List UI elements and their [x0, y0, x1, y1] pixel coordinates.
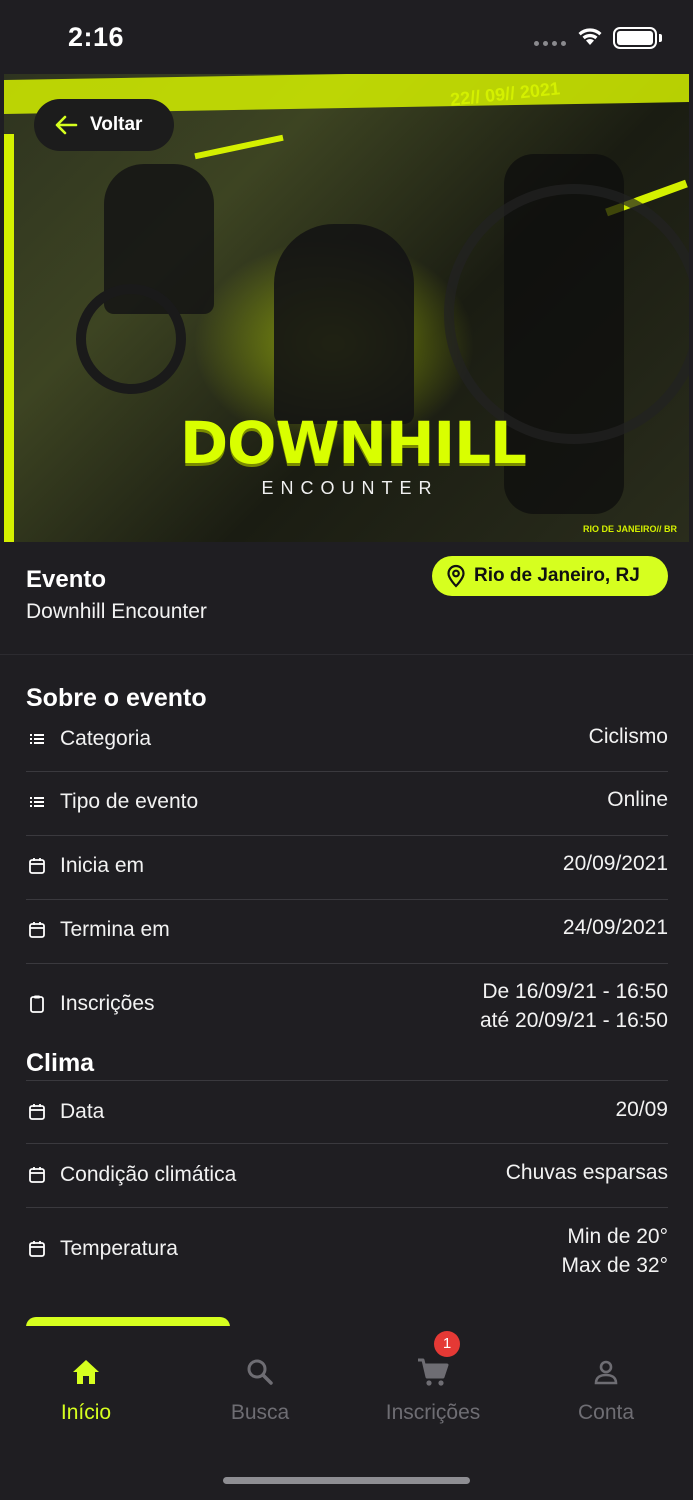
info-label: Categoria	[60, 727, 152, 750]
temperature-min: Min de 20°	[567, 1225, 668, 1248]
banner-art-title: DOWNHILL	[180, 409, 527, 477]
status-bar: 2:16	[0, 0, 693, 74]
cart-badge: 1	[434, 1331, 460, 1357]
calendar-icon	[29, 1241, 45, 1257]
calendar-icon	[29, 922, 45, 938]
info-value: Chuvas esparsas	[505, 1161, 668, 1184]
info-label: Inscrições	[60, 992, 155, 1015]
calendar-icon	[29, 1167, 45, 1183]
back-button-label: Voltar	[90, 114, 143, 135]
tab-label: Inscrições	[385, 1401, 481, 1424]
tab-label: Busca	[230, 1401, 290, 1424]
arrow-left-icon	[55, 115, 78, 135]
weather-row-date: Data 20/09	[26, 1081, 668, 1144]
info-row-end-date: Termina em 24/09/2021	[26, 900, 668, 964]
home-indicator	[223, 1477, 470, 1484]
about-section-title: Sobre o evento	[26, 684, 207, 712]
cart-icon	[418, 1358, 449, 1386]
info-label: Temperatura	[60, 1237, 178, 1260]
weather-row-condition: Condição climática Chuvas esparsas	[26, 1144, 668, 1208]
clipboard-icon	[30, 995, 44, 1013]
tab-registrations[interactable]: Inscrições	[368, 1356, 498, 1425]
info-value: 24/09/2021	[562, 916, 668, 939]
info-label: Tipo de evento	[60, 790, 199, 813]
tab-search[interactable]: Busca	[195, 1356, 325, 1425]
tab-home[interactable]: Início	[21, 1356, 151, 1425]
event-heading: Evento	[26, 566, 107, 593]
person-icon	[594, 1360, 618, 1385]
wifi-icon	[578, 28, 602, 45]
info-value: Ciclismo	[588, 725, 668, 748]
back-button[interactable]: Voltar	[34, 99, 174, 151]
tab-label: Início	[60, 1401, 112, 1424]
registration-start: De 16/09/21 - 16:50	[482, 980, 668, 1003]
info-row-category: Categoria Ciclismo	[26, 717, 668, 772]
event-header: Evento Downhill Encounter	[26, 566, 207, 624]
divider	[0, 654, 693, 655]
info-value: Online	[607, 788, 668, 811]
temperature-max: Max de 32°	[561, 1254, 668, 1277]
info-row-event-type: Tipo de evento Online	[26, 772, 668, 836]
location-label: Rio de Janeiro, RJ	[474, 565, 640, 586]
battery-icon	[613, 27, 657, 49]
location-badge[interactable]: Rio de Janeiro, RJ	[432, 556, 668, 596]
weather-section-title: Clima	[26, 1049, 95, 1077]
info-value: 20/09	[615, 1098, 668, 1121]
info-label: Data	[60, 1100, 105, 1123]
calendar-icon	[29, 1104, 45, 1120]
info-label: Inicia em	[60, 854, 145, 877]
home-icon	[73, 1360, 99, 1384]
tab-label: Conta	[577, 1401, 635, 1424]
info-label: Termina em	[60, 918, 170, 941]
cellular-signal-icon	[534, 41, 566, 46]
map-pin-icon	[447, 564, 465, 588]
status-time: 2:16	[68, 22, 125, 52]
banner-art-subtitle: ENCOUNTER	[261, 478, 439, 498]
info-row-registrations: Inscrições De 16/09/21 - 16:50 até 20/09…	[26, 964, 668, 1044]
event-name: Downhill Encounter	[26, 600, 207, 623]
weather-row-temperature: Temperatura Min de 20° Max de 32°	[26, 1208, 668, 1290]
registration-end: até 20/09/21 - 16:50	[480, 1009, 668, 1032]
list-icon	[30, 797, 44, 807]
bottom-tab-bar: Início Busca Inscrições Conta	[0, 1326, 693, 1500]
banner-art-location: RIO DE JANEIRO// BR	[582, 524, 677, 534]
list-icon	[30, 734, 44, 744]
calendar-icon	[29, 858, 45, 874]
search-icon	[247, 1359, 273, 1385]
info-value: 20/09/2021	[562, 852, 668, 875]
tab-account[interactable]: Conta	[541, 1356, 671, 1425]
info-row-start-date: Inicia em 20/09/2021	[26, 836, 668, 900]
info-label: Condição climática	[60, 1163, 237, 1186]
